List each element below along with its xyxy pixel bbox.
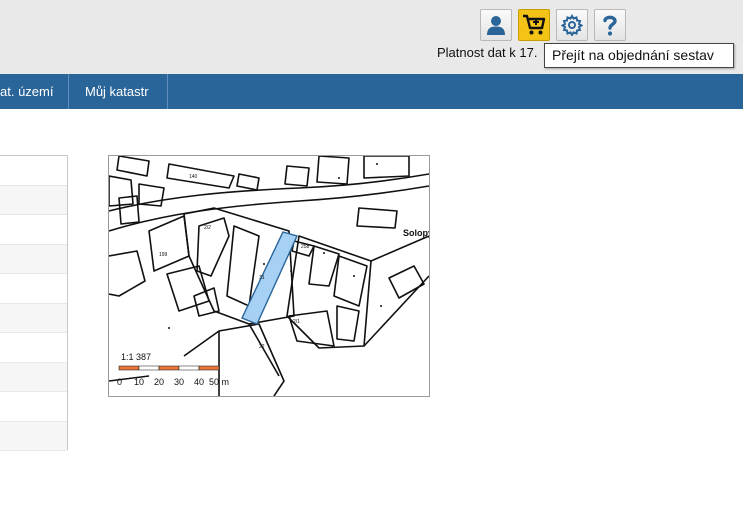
table-row bbox=[0, 303, 67, 333]
parcel-label: 140 bbox=[189, 174, 198, 180]
parcel-label: 2/2 bbox=[204, 225, 211, 231]
user-button[interactable] bbox=[480, 9, 512, 41]
help-icon bbox=[603, 15, 617, 36]
table-row bbox=[0, 185, 67, 215]
parcel-label: 22 bbox=[259, 344, 265, 350]
table-row bbox=[0, 392, 67, 422]
data-validity-text: Platnost dat k 17. bbox=[437, 45, 538, 60]
help-button[interactable] bbox=[594, 9, 626, 41]
scale-tick: 40 bbox=[194, 377, 204, 387]
gear-icon bbox=[561, 14, 583, 36]
table-row bbox=[0, 362, 67, 392]
table-row bbox=[0, 156, 67, 186]
scale-tick: 30 bbox=[174, 377, 184, 387]
settings-button[interactable] bbox=[556, 9, 588, 41]
table-row bbox=[0, 333, 67, 363]
scale-tick: 50 m bbox=[209, 377, 229, 387]
parcel-label: 2/1 bbox=[293, 319, 300, 325]
nav-item-territory[interactable]: at. území bbox=[0, 74, 68, 109]
scale-tick: 20 bbox=[154, 377, 164, 387]
main-nav: at. území Můj katastr bbox=[0, 74, 743, 109]
cadastral-map[interactable]: 31 2/1 258 22 199 2/2 140 Solopy 1:1 387… bbox=[108, 155, 430, 397]
order-reports-button[interactable] bbox=[518, 9, 550, 41]
cart-icon bbox=[523, 14, 546, 35]
user-icon bbox=[487, 16, 505, 35]
table-row bbox=[0, 274, 67, 304]
scale-bar bbox=[118, 365, 220, 371]
order-reports-tooltip: Přejít na objednání sestav bbox=[544, 43, 734, 68]
scale-tick: 0 bbox=[117, 377, 122, 387]
place-label: Solopy bbox=[403, 228, 429, 238]
table-row bbox=[0, 215, 67, 245]
nav-separator bbox=[167, 74, 168, 109]
top-bar: Platnost dat k 17. Přejít na objednání s… bbox=[0, 0, 743, 74]
parcel-label: 258 bbox=[301, 244, 310, 250]
map-scale-text: 1:1 387 bbox=[121, 352, 151, 362]
nav-item-my-cadastre[interactable]: Můj katastr bbox=[69, 74, 167, 109]
table-row bbox=[0, 244, 67, 274]
parcel-label: 199 bbox=[159, 252, 168, 258]
parcel-label: 31 bbox=[259, 275, 265, 281]
table-row bbox=[0, 421, 67, 451]
info-table bbox=[0, 155, 68, 451]
scale-tick: 10 bbox=[134, 377, 144, 387]
map-drawing: 31 2/1 258 22 199 2/2 140 Solopy 1:1 387… bbox=[109, 156, 429, 396]
